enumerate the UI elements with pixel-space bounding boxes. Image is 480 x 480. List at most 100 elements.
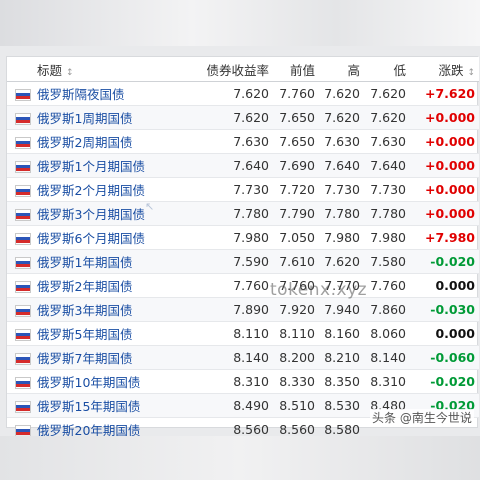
table-row[interactable]: 俄罗斯2个月期国债 7.730 7.720 7.730 7.730 +0.000: [7, 177, 479, 202]
yield-cell: 7.980: [193, 225, 273, 250]
background-blur-bottom: [0, 436, 480, 480]
table-header-row: 标题 ↕ 债券收益率 前值 高 低 涨跌 ↕: [7, 57, 479, 82]
yield-cell: 8.140: [193, 345, 273, 370]
yield-cell: 7.890: [193, 297, 273, 322]
yield-cell: 7.730: [193, 177, 273, 202]
low-cell: 7.780: [364, 201, 410, 226]
bond-name-link[interactable]: 俄罗斯1年期国债: [33, 249, 193, 274]
header-change-label: 涨跌: [438, 62, 464, 78]
cursor-icon: ↖: [145, 200, 155, 213]
high-cell: 7.980: [319, 225, 364, 250]
low-cell: 7.620: [364, 105, 410, 130]
russia-flag-icon: [15, 88, 31, 101]
russia-flag-icon: [15, 424, 31, 437]
background-blur-top: [0, 0, 480, 46]
change-cell: 0.000: [410, 273, 479, 298]
header-prev[interactable]: 前值: [273, 57, 319, 82]
flag-cell: [7, 225, 33, 250]
change-cell: +0.000: [410, 129, 479, 154]
header-low[interactable]: 低: [364, 57, 410, 82]
prev-cell: 7.610: [273, 249, 319, 274]
flag-cell: [7, 273, 33, 298]
table-row[interactable]: 俄罗斯1年期国债 7.590 7.610 7.620 7.580 -0.020: [7, 249, 479, 274]
yield-cell: 7.760: [193, 273, 273, 298]
table-row[interactable]: 俄罗斯5年期国债 8.110 8.110 8.160 8.060 0.000: [7, 321, 479, 346]
bond-name-link[interactable]: 俄罗斯隔夜国债: [33, 81, 193, 106]
table-row[interactable]: 俄罗斯2周期国债 7.630 7.650 7.630 7.630 +0.000: [7, 129, 479, 154]
header-title[interactable]: 标题 ↕: [33, 57, 193, 82]
prev-cell: 7.760: [273, 81, 319, 106]
russia-flag-icon: [15, 376, 31, 389]
low-cell: 8.060: [364, 321, 410, 346]
change-cell: +0.000: [410, 201, 479, 226]
sort-icon[interactable]: ↕: [66, 68, 74, 78]
yield-cell: 8.110: [193, 321, 273, 346]
low-cell: 7.760: [364, 273, 410, 298]
table-row[interactable]: 俄罗斯1周期国债 7.620 7.650 7.620 7.620 +0.000: [7, 105, 479, 130]
bond-yield-table-card: 标题 ↕ 债券收益率 前值 高 低 涨跌 ↕ 俄罗斯隔夜国债 7.620 7.760 7.…: [6, 56, 479, 442]
bond-name-link[interactable]: 俄罗斯7年期国债: [33, 345, 193, 370]
flag-cell: [7, 369, 33, 394]
russia-flag-icon: [15, 184, 31, 197]
russia-flag-icon: [15, 328, 31, 341]
flag-cell: [7, 297, 33, 322]
table-row[interactable]: 俄罗斯1个月期国债 7.640 7.690 7.640 7.640 +0.000: [7, 153, 479, 178]
low-cell: 7.860: [364, 297, 410, 322]
header-flag: [7, 57, 33, 82]
flag-cell: [7, 201, 33, 226]
flag-cell: [7, 81, 33, 106]
header-yield[interactable]: 债券收益率: [193, 57, 273, 82]
low-cell: 8.310: [364, 369, 410, 394]
bond-name-link[interactable]: 俄罗斯15年期国债: [33, 393, 193, 418]
russia-flag-icon: [15, 160, 31, 173]
bond-name-link[interactable]: 俄罗斯2周期国债: [33, 129, 193, 154]
bond-name-link[interactable]: 俄罗斯3个月期国债: [33, 201, 193, 226]
header-high[interactable]: 高: [319, 57, 364, 82]
flag-cell: [7, 153, 33, 178]
bond-name-link[interactable]: 俄罗斯2个月期国债: [33, 177, 193, 202]
change-cell: -0.030: [410, 297, 479, 322]
high-cell: 7.940: [319, 297, 364, 322]
low-cell: 7.580: [364, 249, 410, 274]
low-cell: 7.730: [364, 177, 410, 202]
bond-name-link[interactable]: 俄罗斯6个月期国债: [33, 225, 193, 250]
high-cell: 7.730: [319, 177, 364, 202]
flag-cell: [7, 249, 33, 274]
table-row[interactable]: 俄罗斯3年期国债 7.890 7.920 7.940 7.860 -0.030: [7, 297, 479, 322]
bond-name-link[interactable]: 俄罗斯3年期国债: [33, 297, 193, 322]
sort-icon[interactable]: ↕: [467, 68, 475, 78]
prev-cell: 7.720: [273, 177, 319, 202]
high-cell: 7.620: [319, 81, 364, 106]
high-cell: 7.780: [319, 201, 364, 226]
russia-flag-icon: [15, 232, 31, 245]
yield-cell: 7.620: [193, 105, 273, 130]
table-row[interactable]: 俄罗斯3个月期国债 7.780 7.790 7.780 7.780 +0.000: [7, 201, 479, 226]
bond-name-link[interactable]: 俄罗斯10年期国债: [33, 369, 193, 394]
russia-flag-icon: [15, 280, 31, 293]
russia-flag-icon: [15, 112, 31, 125]
flag-cell: [7, 393, 33, 418]
high-cell: 8.210: [319, 345, 364, 370]
table-row[interactable]: 俄罗斯10年期国债 8.310 8.330 8.350 8.310 -0.020: [7, 369, 479, 394]
yield-cell: 7.780: [193, 201, 273, 226]
bond-name-link[interactable]: 俄罗斯1周期国债: [33, 105, 193, 130]
table-row[interactable]: 俄罗斯7年期国债 8.140 8.200 8.210 8.140 -0.060: [7, 345, 479, 370]
prev-cell: 8.200: [273, 345, 319, 370]
bond-name-link[interactable]: 俄罗斯5年期国债: [33, 321, 193, 346]
low-cell: 7.630: [364, 129, 410, 154]
header-change[interactable]: 涨跌 ↕: [410, 57, 479, 82]
bond-name-link[interactable]: 俄罗斯1个月期国债: [33, 153, 193, 178]
low-cell: 7.980: [364, 225, 410, 250]
table-row[interactable]: 俄罗斯6个月期国债 7.980 7.050 7.980 7.980 +7.980: [7, 225, 479, 250]
table-row[interactable]: 俄罗斯2年期国债 7.760 7.760 7.770 7.760 0.000: [7, 273, 479, 298]
high-cell: 8.530: [319, 393, 364, 418]
flag-cell: [7, 105, 33, 130]
change-cell: +0.000: [410, 153, 479, 178]
change-cell: -0.020: [410, 369, 479, 394]
flag-cell: [7, 177, 33, 202]
yield-cell: 8.490: [193, 393, 273, 418]
table-row[interactable]: 俄罗斯隔夜国债 7.620 7.760 7.620 7.620 +7.620: [7, 81, 479, 106]
bond-name-link[interactable]: 俄罗斯2年期国债: [33, 273, 193, 298]
prev-cell: 7.920: [273, 297, 319, 322]
change-cell: +7.620: [410, 81, 479, 106]
